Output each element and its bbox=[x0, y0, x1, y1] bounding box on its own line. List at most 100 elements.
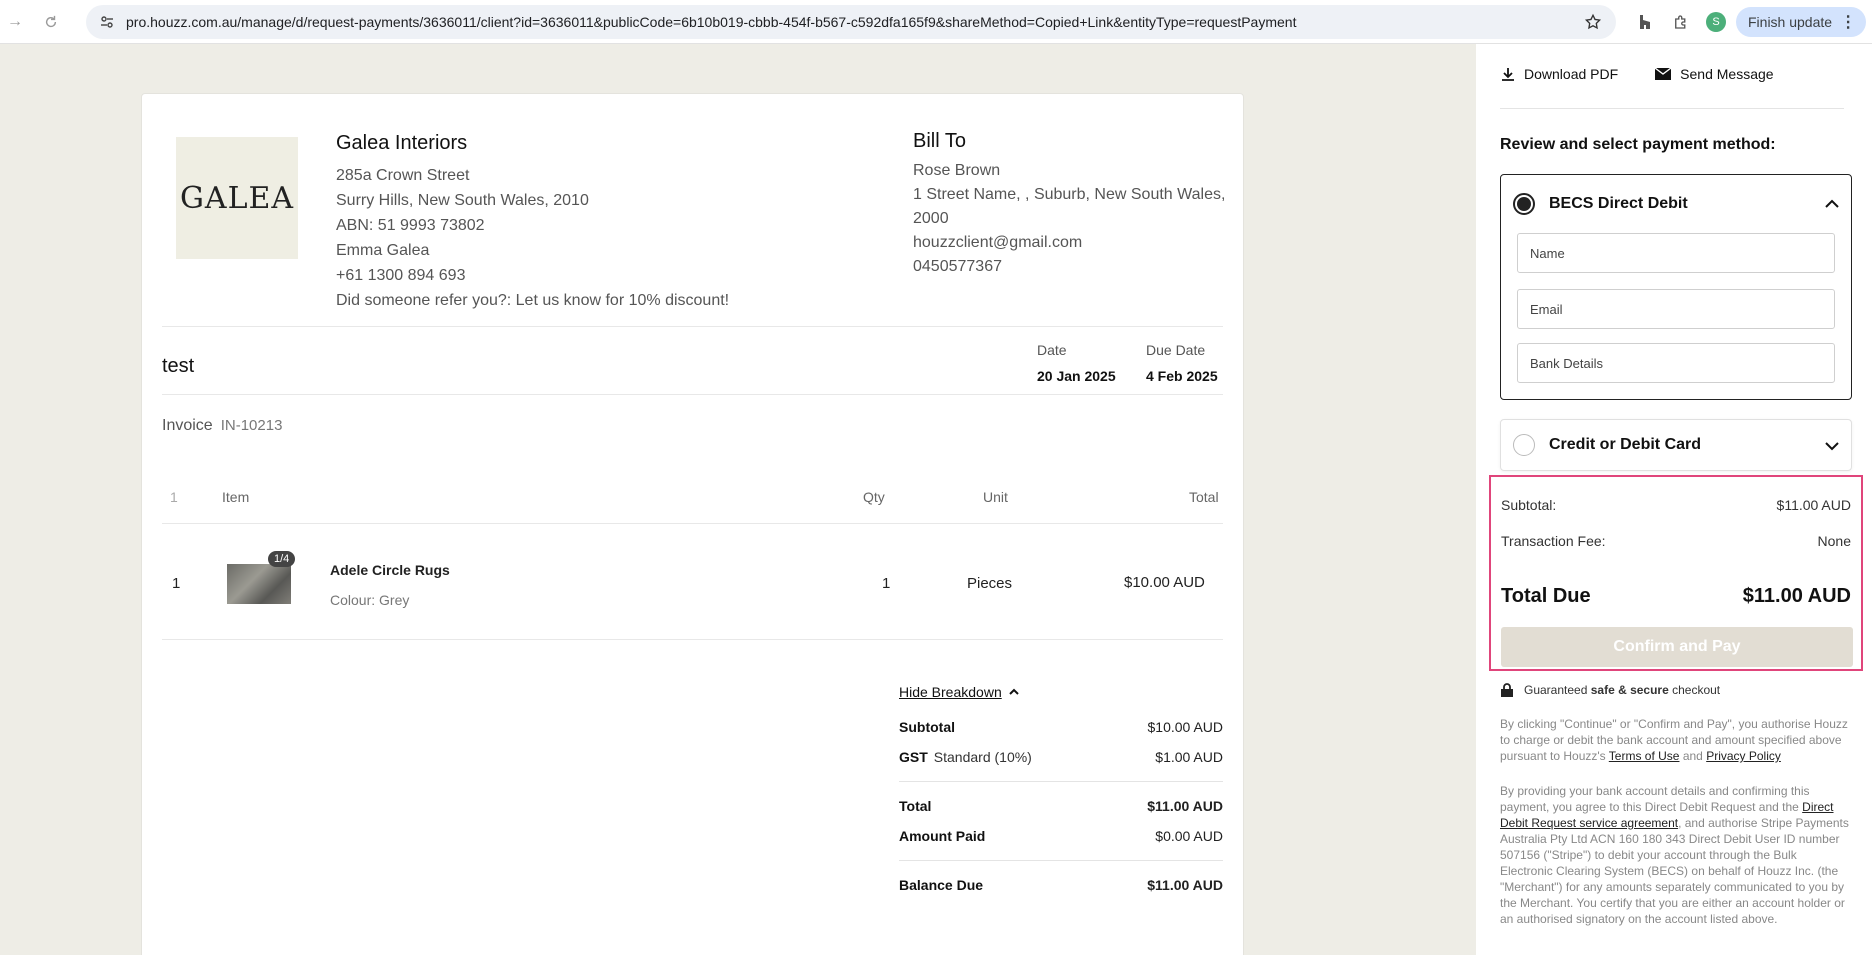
summary-fee: Transaction Fee: None bbox=[1501, 533, 1851, 549]
subtotal-value: $10.00 AUD bbox=[1147, 719, 1224, 735]
total-due-value: $11.00 AUD bbox=[1742, 585, 1851, 607]
bookmark-star-icon[interactable] bbox=[1584, 13, 1602, 31]
hide-breakdown-label: Hide Breakdown bbox=[899, 684, 1002, 700]
forward-icon[interactable]: → bbox=[2, 9, 28, 35]
image-count-badge: 1/4 bbox=[268, 551, 296, 567]
becs-radio[interactable] bbox=[1513, 193, 1535, 215]
bill-to-title: Bill To bbox=[913, 130, 966, 152]
card-radio[interactable] bbox=[1513, 434, 1535, 456]
legal-text: By providing your bank account details a… bbox=[1500, 784, 1810, 814]
direct-debit-legal-text: By providing your bank account details a… bbox=[1500, 783, 1852, 927]
secure-text-post: checkout bbox=[1668, 683, 1721, 697]
gst-label: GST bbox=[899, 749, 928, 765]
becs-label: BECS Direct Debit bbox=[1549, 195, 1688, 212]
name-input[interactable] bbox=[1517, 233, 1835, 273]
reload-icon[interactable] bbox=[38, 9, 64, 35]
breakdown-balance-due: Balance Due $11.00 AUD bbox=[899, 870, 1223, 900]
extensions-puzzle-icon[interactable] bbox=[1670, 11, 1692, 33]
review-heading: Review and select payment method: bbox=[1500, 136, 1776, 153]
send-message-label: Send Message bbox=[1680, 66, 1774, 82]
payment-summary: Subtotal: $11.00 AUD Transaction Fee: No… bbox=[1489, 475, 1863, 671]
legal-text: , and authorise Stripe Payments Australi… bbox=[1500, 816, 1849, 926]
secure-text-pre: Guaranteed bbox=[1524, 683, 1591, 697]
business-abn: ABN: 51 9993 73802 bbox=[336, 217, 485, 234]
email-input[interactable] bbox=[1517, 289, 1835, 329]
privacy-policy-link[interactable]: Privacy Policy bbox=[1706, 749, 1781, 763]
card-label: Credit or Debit Card bbox=[1549, 436, 1702, 453]
breakdown-amount-paid: Amount Paid $0.00 AUD bbox=[899, 821, 1223, 851]
breakdown-subtotal: Subtotal $10.00 AUD bbox=[899, 712, 1223, 742]
divider bbox=[162, 394, 1223, 395]
chevron-down-icon[interactable] bbox=[1823, 437, 1841, 455]
chevron-up-icon[interactable] bbox=[1823, 195, 1841, 213]
transaction-fee-value: None bbox=[1817, 533, 1851, 549]
card-payment-option[interactable]: Credit or Debit Card bbox=[1500, 419, 1852, 471]
houzz-extension-icon[interactable] bbox=[1634, 11, 1656, 33]
due-date-label: Due Date bbox=[1146, 342, 1206, 358]
legal-text: and bbox=[1679, 749, 1707, 763]
payment-panel: Download PDF Send Message Review and sel… bbox=[1476, 44, 1872, 955]
bill-to-name: Rose Brown bbox=[913, 162, 1001, 179]
total-due-label: Total Due bbox=[1501, 585, 1591, 607]
gst-value: $1.00 AUD bbox=[1155, 749, 1223, 765]
summary-total: Total Due $11.00 AUD bbox=[1501, 585, 1851, 608]
item-name: Adele Circle Rugs bbox=[330, 562, 450, 578]
bill-to-phone: 0450577367 bbox=[913, 258, 1002, 275]
invoice-date: Date 20 Jan 2025 bbox=[1037, 342, 1116, 384]
invoice-label: Invoice bbox=[162, 417, 213, 434]
breakdown-gst: GST Standard (10%) $1.00 AUD bbox=[899, 742, 1223, 772]
business-contact: Emma Galea bbox=[336, 242, 430, 259]
business-phone: +61 1300 894 693 bbox=[336, 267, 466, 284]
business-name: Galea Interiors bbox=[336, 132, 468, 154]
download-icon bbox=[1502, 68, 1514, 81]
transaction-fee-label: Transaction Fee: bbox=[1501, 533, 1606, 549]
legal-consent-text: By clicking "Continue" or "Confirm and P… bbox=[1500, 716, 1852, 764]
total-value: $11.00 AUD bbox=[1147, 798, 1223, 814]
date-label: Date bbox=[1037, 342, 1067, 358]
address-bar[interactable]: pro.houzz.com.au/manage/d/request-paymen… bbox=[86, 4, 1616, 39]
price-breakdown: Hide Breakdown Subtotal $10.00 AUD GST St… bbox=[899, 684, 1223, 900]
logo-text: GALEA bbox=[179, 180, 295, 216]
site-settings-icon[interactable] bbox=[98, 13, 116, 31]
divider bbox=[162, 326, 1223, 327]
chevron-up-icon bbox=[1009, 688, 1019, 695]
envelope-icon bbox=[1654, 67, 1672, 80]
invoice-title: test bbox=[162, 355, 195, 377]
lock-icon bbox=[1501, 683, 1513, 697]
confirm-and-pay-button[interactable]: Confirm and Pay bbox=[1501, 627, 1853, 667]
secure-text-bold: safe & secure bbox=[1590, 683, 1669, 697]
hide-breakdown-toggle[interactable]: Hide Breakdown bbox=[899, 684, 1223, 700]
total-label: Total bbox=[899, 798, 932, 814]
terms-of-use-link[interactable]: Terms of Use bbox=[1609, 749, 1680, 763]
divider bbox=[1500, 108, 1844, 109]
finish-update-button[interactable]: Finish update ⋮ bbox=[1736, 6, 1867, 37]
item-total: $10.00 AUD bbox=[1124, 574, 1205, 591]
item-description: Colour: Grey bbox=[330, 592, 410, 608]
row-index: 1 bbox=[172, 575, 181, 592]
invoice-number-row: Invoice IN-10213 bbox=[162, 417, 282, 435]
more-options-icon: ⋮ bbox=[1840, 13, 1857, 31]
date-value: 20 Jan 2025 bbox=[1037, 368, 1116, 384]
send-message-button[interactable]: Send Message bbox=[1654, 66, 1774, 82]
balance-due-label: Balance Due bbox=[899, 877, 984, 893]
profile-avatar[interactable]: S bbox=[1706, 11, 1726, 32]
column-qty-header: Qty bbox=[863, 489, 885, 505]
bill-to: Bill To Rose Brown 1 Street Name, , Subu… bbox=[913, 130, 1233, 279]
becs-payment-option[interactable]: BECS Direct Debit bbox=[1500, 174, 1852, 400]
item-thumbnail[interactable] bbox=[227, 564, 291, 604]
bank-details-input[interactable] bbox=[1517, 343, 1835, 383]
amount-paid-value: $0.00 AUD bbox=[1155, 828, 1223, 844]
amount-paid-label: Amount Paid bbox=[899, 828, 986, 844]
download-pdf-button[interactable]: Download PDF bbox=[1500, 66, 1618, 82]
invoice-card: GALEA Galea Interiors 285a Crown Street … bbox=[141, 93, 1244, 955]
invoice-due-date: Due Date 4 Feb 2025 bbox=[1146, 342, 1218, 384]
business-address2: Surry Hills, New South Wales, 2010 bbox=[336, 192, 589, 209]
item-unit: Pieces bbox=[967, 575, 1013, 592]
subtotal-label: Subtotal bbox=[899, 719, 955, 735]
divider bbox=[899, 860, 1223, 861]
column-unit-header: Unit bbox=[983, 489, 1008, 505]
gst-rate: Standard (10%) bbox=[933, 749, 1032, 765]
summary-subtotal-label: Subtotal: bbox=[1501, 497, 1557, 513]
divider bbox=[162, 639, 1223, 640]
divider bbox=[899, 781, 1223, 782]
